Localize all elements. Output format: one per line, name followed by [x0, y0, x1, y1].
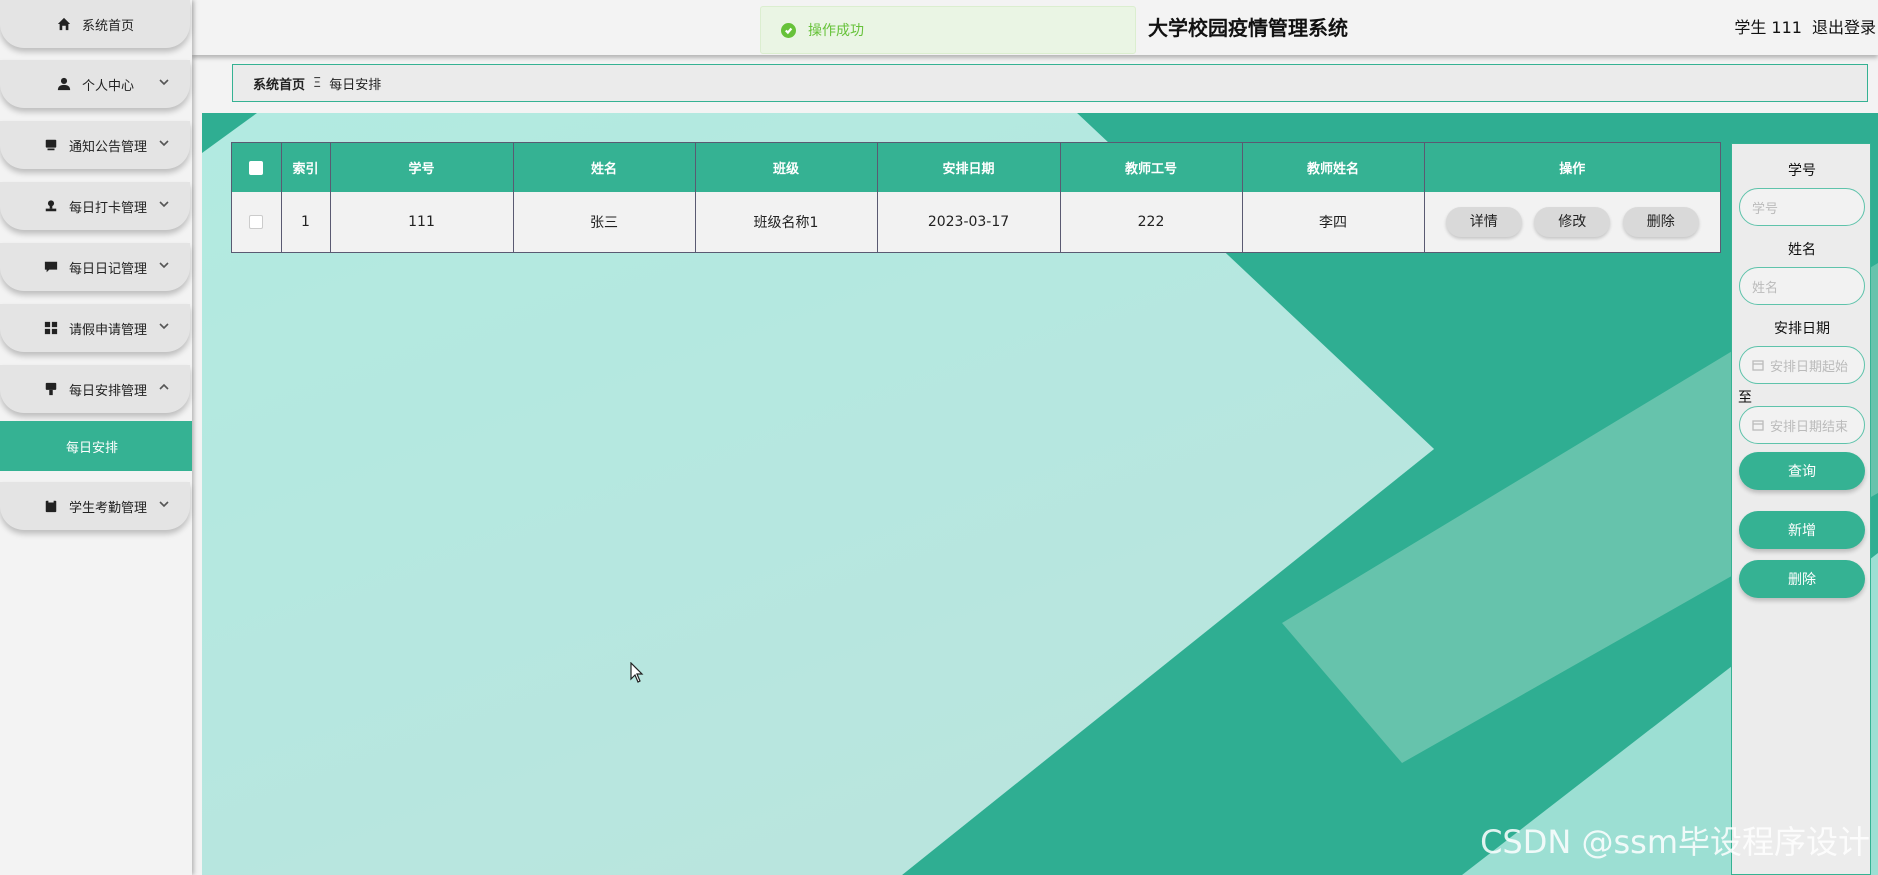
card-icon [43, 137, 59, 153]
person-icon [56, 76, 72, 92]
calendar-icon [1752, 419, 1764, 431]
breadcrumb-home[interactable]: 系统首页 [253, 74, 305, 93]
column-header: 班级 [695, 143, 878, 192]
table-header-row: 索引 学号 姓名 班级 安排日期 教师工号 教师姓名 操作 [232, 143, 1720, 192]
column-header: 操作 [1559, 162, 1586, 177]
row-select-cell [232, 192, 282, 252]
column-header: 教师姓名 [1242, 143, 1425, 192]
column-header: 教师工号 [1060, 143, 1243, 192]
sidebar-item-label: 请假申请管理 [68, 322, 147, 338]
sidebar-item-attendance[interactable]: 学生考勤管理 [0, 482, 190, 530]
date-end-placeholder: 安排日期结束 [1770, 419, 1849, 435]
breadcrumb-current: 每日安排 [329, 77, 382, 93]
name-input[interactable]: 姓名 [1739, 267, 1865, 305]
sidebar-item-label: 个人中心 [81, 78, 134, 94]
date-end-input[interactable]: 安排日期结束 [1739, 406, 1865, 444]
success-toast: 操作成功 [760, 6, 1136, 54]
sidebar-item-notice[interactable]: 通知公告管理 [0, 121, 190, 169]
table-row: 1 111 张三 班级名称1 2023-03-17 222 李四 详情 修改 删… [232, 192, 1720, 252]
sidebar-item-personal-center[interactable]: 个人中心 [0, 60, 190, 108]
sidebar-item-label: 学生考勤管理 [68, 500, 147, 516]
breadcrumb: 系统首页 Ξ 每日安排 [232, 64, 1868, 102]
chevron-down-icon [158, 137, 170, 149]
cell-name: 张三 [513, 192, 696, 252]
search-button[interactable]: 查询 [1739, 452, 1865, 490]
stamp-icon [43, 198, 59, 214]
breadcrumb-separator: Ξ [313, 75, 322, 91]
schedule-table: 索引 学号 姓名 班级 安排日期 教师工号 教师姓名 操作 1 111 张三 班… [231, 142, 1721, 253]
date-start-placeholder: 安排日期起始 [1770, 359, 1849, 375]
chevron-down-icon [158, 320, 170, 332]
toast-message: 操作成功 [808, 23, 864, 39]
add-button[interactable]: 新增 [1739, 511, 1865, 549]
cell-class: 班级名称1 [695, 192, 878, 252]
sidebar-item-diary[interactable]: 每日日记管理 [0, 243, 190, 291]
chevron-up-icon [158, 381, 170, 393]
chevron-down-icon [158, 76, 170, 88]
detail-button[interactable]: 详情 [1445, 207, 1522, 237]
batch-delete-button[interactable]: 删除 [1739, 560, 1865, 598]
date-label: 安排日期 [1774, 321, 1830, 337]
home-icon [56, 16, 72, 32]
sidebar: 系统首页 个人中心 通知公告管理 每日打卡管理 每日日记管理 请假申请管理 每日… [0, 0, 192, 875]
sidebar-item-label: 每日打卡管理 [68, 200, 147, 216]
chevron-down-icon [158, 498, 170, 510]
date-start-input[interactable]: 安排日期起始 [1739, 346, 1865, 384]
column-header: 姓名 [513, 143, 696, 192]
cell-teacher-id: 222 [1060, 192, 1243, 252]
calendar-icon [1752, 359, 1764, 371]
sidebar-item-home[interactable]: 系统首页 [0, 0, 190, 48]
cell-actions: 详情 修改 删除 [1424, 192, 1720, 252]
student-id-label: 学号 [1788, 163, 1816, 179]
logout-button[interactable]: 退出登录 [1812, 14, 1876, 38]
sidebar-item-label: 每日日记管理 [68, 261, 147, 277]
select-all-checkbox[interactable] [249, 160, 264, 175]
sidebar-item-leave[interactable]: 请假申请管理 [0, 304, 190, 352]
edit-button[interactable]: 修改 [1534, 207, 1611, 237]
cell-teacher-name: 李四 [1242, 192, 1425, 252]
cell-date: 2023-03-17 [877, 192, 1061, 252]
column-header: 安排日期 [877, 143, 1061, 192]
sidebar-item-checkin[interactable]: 每日打卡管理 [0, 182, 190, 230]
user-area: 学生 111 退出登录 [1734, 14, 1876, 38]
name-label: 姓名 [1788, 242, 1816, 258]
grid-icon [43, 320, 59, 336]
page-title: 大学校园疫情管理系统 [1148, 16, 1348, 40]
select-all-cell [232, 143, 282, 192]
cell-index: 1 [281, 192, 331, 252]
sidebar-item-label: 系统首页 [81, 18, 134, 34]
search-panel: 学号 学号 姓名 姓名 安排日期 安排日期起始 至 安排日期结束 查询 新增 删… [1731, 143, 1871, 875]
clipboard-icon [43, 498, 59, 514]
column-header: 学号 [330, 143, 514, 192]
row-checkbox[interactable] [249, 215, 264, 229]
chevron-down-icon [158, 198, 170, 210]
delete-row-button[interactable]: 删除 [1622, 207, 1699, 237]
sidebar-item-label: 每日安排管理 [68, 383, 147, 399]
chat-icon [43, 259, 59, 275]
sidebar-item-label: 通知公告管理 [68, 139, 147, 155]
range-to-label: 至 [1738, 390, 1752, 406]
column-header: 索引 [281, 143, 331, 192]
cell-student-id: 111 [330, 192, 514, 252]
chevron-down-icon [158, 259, 170, 271]
sidebar-item-schedule[interactable]: 每日安排管理 [0, 365, 190, 413]
mouse-cursor-icon [630, 661, 644, 688]
current-user: 学生 111 [1734, 18, 1802, 37]
check-circle-icon [781, 22, 796, 38]
student-id-input[interactable]: 学号 [1739, 188, 1865, 226]
sidebar-subitem-daily-schedule[interactable]: 每日安排 [0, 421, 192, 471]
watermark: CSDN @ssm毕设程序设计 [1480, 823, 1870, 861]
flag-icon [43, 381, 59, 397]
